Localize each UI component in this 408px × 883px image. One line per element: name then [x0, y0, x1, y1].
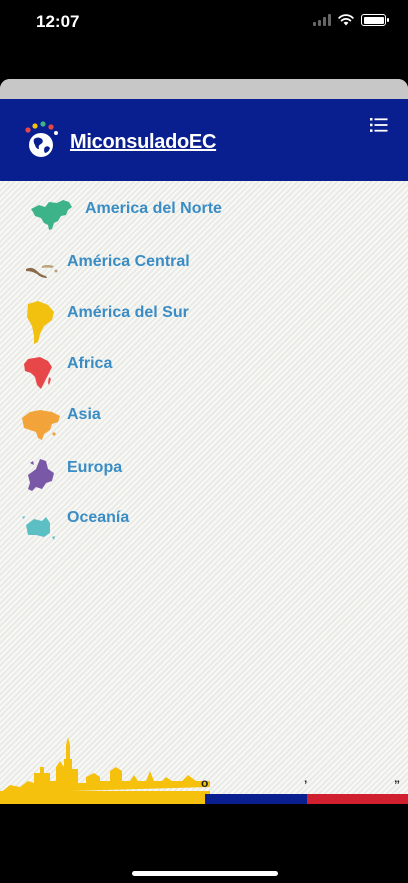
list-menu-icon	[370, 118, 388, 132]
menu-button[interactable]	[370, 117, 388, 133]
battery-icon	[361, 14, 389, 26]
list-item-label: Asia	[67, 406, 101, 423]
city-skyline-illustration	[0, 737, 210, 799]
second-mark: ”	[394, 778, 400, 792]
list-item-america-del-sur[interactable]: América del Sur	[0, 298, 408, 346]
app-view: MiconsuladoEC America del Norte América …	[0, 79, 408, 804]
flag-stripe-blue	[205, 794, 307, 804]
oceania-map-icon	[22, 516, 55, 540]
home-indicator-area	[0, 804, 408, 883]
status-bar: 12:07	[0, 0, 408, 50]
list-item-label: America del Norte	[85, 200, 222, 217]
list-item-label: América del Sur	[67, 304, 189, 321]
home-indicator[interactable]	[132, 871, 278, 876]
central-america-map-icon	[26, 265, 58, 278]
wifi-icon	[338, 14, 354, 26]
app-header: MiconsuladoEC	[0, 99, 408, 181]
list-item-europa[interactable]: Europa	[0, 451, 408, 499]
minute-mark: ’	[304, 778, 308, 792]
asia-map-icon	[22, 410, 60, 440]
list-item-oceania[interactable]: Oceanía	[0, 503, 408, 551]
ecuador-flag-bar	[0, 794, 408, 804]
list-item-africa[interactable]: Africa	[0, 349, 408, 397]
cellular-signal-icon	[313, 14, 331, 26]
footer-skyline	[0, 729, 408, 804]
list-item-label: Oceanía	[67, 509, 130, 526]
list-item-america-del-norte[interactable]: America del Norte	[0, 195, 408, 243]
list-item-label: Africa	[67, 355, 113, 372]
north-america-map-icon	[31, 200, 72, 230]
flag-stripe-red	[307, 794, 408, 804]
globe-logo-icon	[25, 121, 58, 157]
flag-stripe-yellow	[0, 794, 205, 804]
list-item-label: América Central	[67, 253, 190, 270]
africa-map-icon	[24, 357, 52, 389]
status-time: 12:07	[36, 12, 80, 31]
south-america-map-icon	[27, 301, 54, 344]
list-item-america-central[interactable]: América Central	[0, 247, 408, 295]
degree-mark: o	[201, 776, 209, 790]
app-title: MiconsuladoEC	[70, 131, 217, 153]
status-icons	[313, 14, 389, 26]
europe-map-icon	[28, 459, 54, 491]
list-item-asia[interactable]: Asia	[0, 400, 408, 448]
top-gray-band	[0, 79, 408, 99]
list-item-label: Europa	[67, 459, 123, 476]
